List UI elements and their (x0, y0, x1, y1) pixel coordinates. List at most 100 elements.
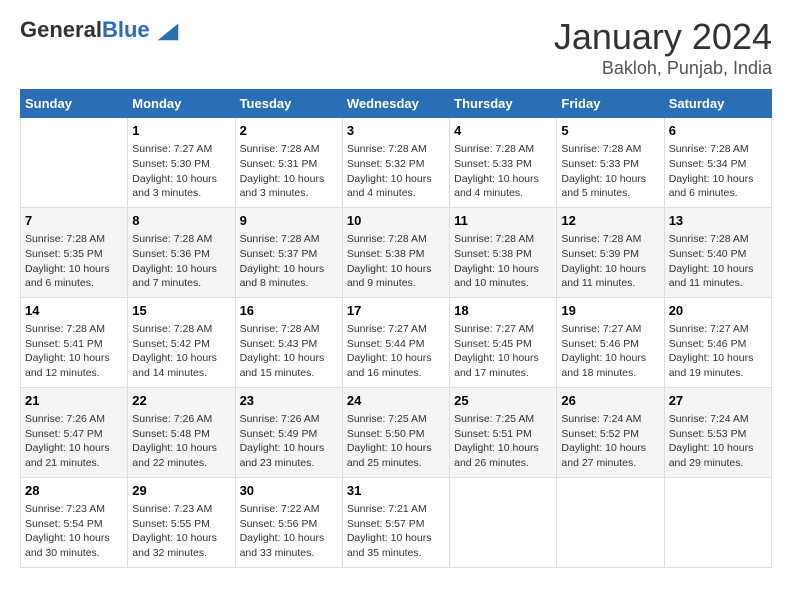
cell-line: Sunrise: 7:28 AM (240, 142, 338, 157)
cell-line: Daylight: 10 hours (454, 351, 552, 366)
day-number: 13 (669, 212, 767, 230)
calendar-cell (21, 118, 128, 208)
header-wednesday: Wednesday (342, 90, 449, 118)
calendar-cell: 5Sunrise: 7:28 AMSunset: 5:33 PMDaylight… (557, 118, 664, 208)
day-number: 28 (25, 482, 123, 500)
calendar-page: GeneralBlue January 2024 Bakloh, Punjab,… (0, 0, 792, 612)
calendar-cell: 20Sunrise: 7:27 AMSunset: 5:46 PMDayligh… (664, 297, 771, 387)
cell-line: Sunset: 5:41 PM (25, 337, 123, 352)
cell-line: Sunset: 5:45 PM (454, 337, 552, 352)
day-number: 23 (240, 392, 338, 410)
cell-line: and 18 minutes. (561, 366, 659, 381)
cell-line: and 33 minutes. (240, 546, 338, 561)
cell-line: Sunset: 5:42 PM (132, 337, 230, 352)
day-number: 5 (561, 122, 659, 140)
cell-line: Daylight: 10 hours (347, 351, 445, 366)
cell-line: Sunrise: 7:28 AM (669, 232, 767, 247)
header-tuesday: Tuesday (235, 90, 342, 118)
header-monday: Monday (128, 90, 235, 118)
day-number: 2 (240, 122, 338, 140)
cell-line: Sunrise: 7:27 AM (561, 322, 659, 337)
cell-line: Sunrise: 7:24 AM (669, 412, 767, 427)
cell-line: Sunset: 5:49 PM (240, 427, 338, 442)
cell-line: Sunset: 5:38 PM (347, 247, 445, 262)
cell-line: Sunset: 5:33 PM (561, 157, 659, 172)
cell-line: Sunset: 5:34 PM (669, 157, 767, 172)
cell-line: and 15 minutes. (240, 366, 338, 381)
calendar-header: Sunday Monday Tuesday Wednesday Thursday… (21, 90, 772, 118)
day-number: 26 (561, 392, 659, 410)
cell-line: Sunrise: 7:25 AM (347, 412, 445, 427)
cell-line: Sunset: 5:55 PM (132, 517, 230, 532)
cell-line: Daylight: 10 hours (240, 531, 338, 546)
calendar-table: Sunday Monday Tuesday Wednesday Thursday… (20, 89, 772, 568)
calendar-cell: 21Sunrise: 7:26 AMSunset: 5:47 PMDayligh… (21, 387, 128, 477)
cell-line: and 10 minutes. (454, 276, 552, 291)
cell-line: Sunrise: 7:28 AM (240, 322, 338, 337)
cell-line: Daylight: 10 hours (240, 262, 338, 277)
day-number: 16 (240, 302, 338, 320)
cell-line: Sunrise: 7:28 AM (561, 232, 659, 247)
day-number: 31 (347, 482, 445, 500)
calendar-cell: 27Sunrise: 7:24 AMSunset: 5:53 PMDayligh… (664, 387, 771, 477)
cell-line: Sunrise: 7:24 AM (561, 412, 659, 427)
logo-text: GeneralBlue (20, 18, 150, 42)
cell-line: Sunset: 5:52 PM (561, 427, 659, 442)
cell-line: Daylight: 10 hours (240, 172, 338, 187)
cell-line: Daylight: 10 hours (25, 262, 123, 277)
cell-line: Sunset: 5:57 PM (347, 517, 445, 532)
cell-line: Sunrise: 7:27 AM (454, 322, 552, 337)
cell-line: Daylight: 10 hours (132, 351, 230, 366)
cell-line: and 25 minutes. (347, 456, 445, 471)
calendar-cell: 24Sunrise: 7:25 AMSunset: 5:50 PMDayligh… (342, 387, 449, 477)
cell-line: and 12 minutes. (25, 366, 123, 381)
day-number: 12 (561, 212, 659, 230)
cell-line: Sunrise: 7:28 AM (240, 232, 338, 247)
cell-line: Sunset: 5:47 PM (25, 427, 123, 442)
cell-line: and 9 minutes. (347, 276, 445, 291)
calendar-cell: 4Sunrise: 7:28 AMSunset: 5:33 PMDaylight… (450, 118, 557, 208)
cell-line: and 19 minutes. (669, 366, 767, 381)
day-number: 9 (240, 212, 338, 230)
day-number: 6 (669, 122, 767, 140)
cell-line: Daylight: 10 hours (669, 172, 767, 187)
cell-line: and 11 minutes. (669, 276, 767, 291)
day-number: 19 (561, 302, 659, 320)
calendar-week-row: 1Sunrise: 7:27 AMSunset: 5:30 PMDaylight… (21, 118, 772, 208)
day-number: 14 (25, 302, 123, 320)
cell-line: and 3 minutes. (132, 186, 230, 201)
cell-line: Daylight: 10 hours (132, 441, 230, 456)
cell-line: Daylight: 10 hours (561, 262, 659, 277)
calendar-cell: 7Sunrise: 7:28 AMSunset: 5:35 PMDaylight… (21, 207, 128, 297)
cell-line: Sunset: 5:51 PM (454, 427, 552, 442)
day-number: 4 (454, 122, 552, 140)
cell-line: and 22 minutes. (132, 456, 230, 471)
cell-line: Sunset: 5:53 PM (669, 427, 767, 442)
calendar-cell: 15Sunrise: 7:28 AMSunset: 5:42 PMDayligh… (128, 297, 235, 387)
calendar-cell (664, 477, 771, 567)
header-saturday: Saturday (664, 90, 771, 118)
cell-line: Sunset: 5:35 PM (25, 247, 123, 262)
cell-line: Sunset: 5:36 PM (132, 247, 230, 262)
cell-line: Sunrise: 7:22 AM (240, 502, 338, 517)
cell-line: and 32 minutes. (132, 546, 230, 561)
calendar-cell: 14Sunrise: 7:28 AMSunset: 5:41 PMDayligh… (21, 297, 128, 387)
cell-line: and 6 minutes. (25, 276, 123, 291)
cell-line: and 14 minutes. (132, 366, 230, 381)
cell-line: Sunrise: 7:21 AM (347, 502, 445, 517)
cell-line: and 4 minutes. (454, 186, 552, 201)
cell-line: Sunrise: 7:23 AM (25, 502, 123, 517)
cell-line: Sunrise: 7:28 AM (132, 232, 230, 247)
calendar-cell: 10Sunrise: 7:28 AMSunset: 5:38 PMDayligh… (342, 207, 449, 297)
cell-line: Sunrise: 7:28 AM (454, 142, 552, 157)
calendar-cell: 22Sunrise: 7:26 AMSunset: 5:48 PMDayligh… (128, 387, 235, 477)
cell-line: and 17 minutes. (454, 366, 552, 381)
cell-line: Daylight: 10 hours (25, 441, 123, 456)
day-number: 22 (132, 392, 230, 410)
cell-line: Daylight: 10 hours (454, 262, 552, 277)
calendar-week-row: 14Sunrise: 7:28 AMSunset: 5:41 PMDayligh… (21, 297, 772, 387)
cell-line: Daylight: 10 hours (25, 351, 123, 366)
cell-line: Sunset: 5:46 PM (669, 337, 767, 352)
cell-line: Sunrise: 7:28 AM (454, 232, 552, 247)
calendar-cell: 2Sunrise: 7:28 AMSunset: 5:31 PMDaylight… (235, 118, 342, 208)
